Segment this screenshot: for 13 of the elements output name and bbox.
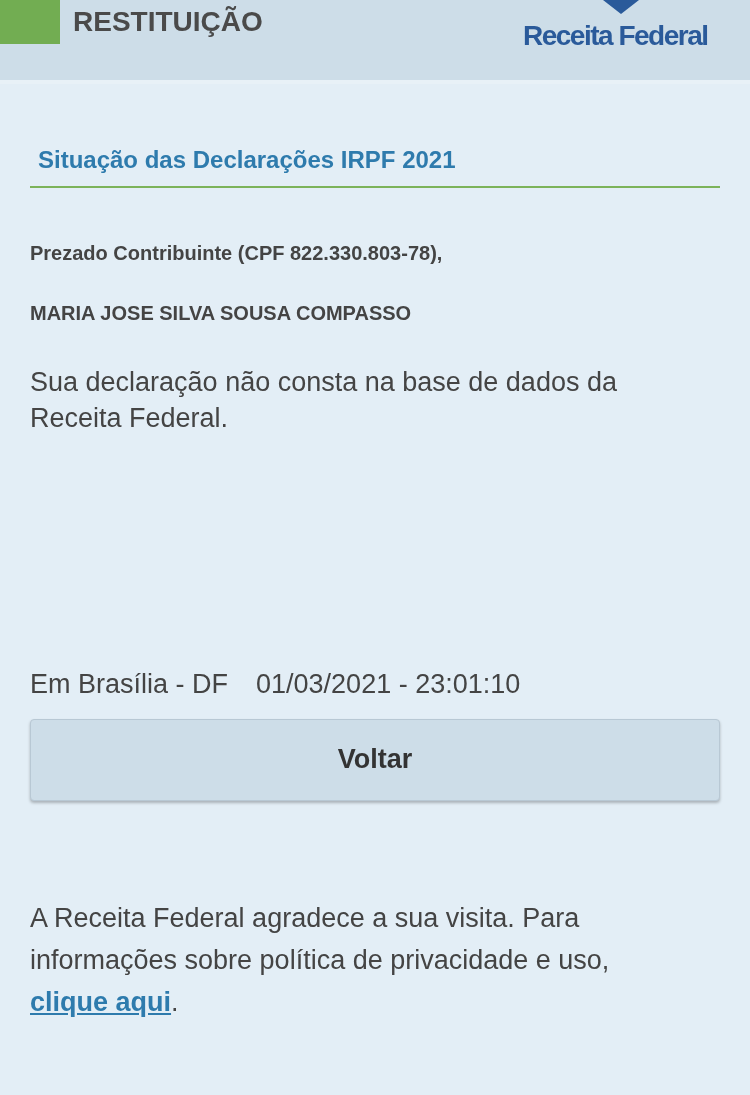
privacy-link[interactable]: clique aqui (30, 986, 172, 1017)
footer-text: A Receita Federal agradece a sua visita. Para informações sobre política de privacidade e uso, clique aqui. (30, 901, 611, 1019)
taxpayer-name: MARIA JOSE SILVA SOUSA COMPASSO (30, 301, 413, 326)
place-text: Em Brasília - DF (30, 668, 229, 701)
message-text: Sua declaração não consta na base de dados da Receita Federal. (30, 366, 618, 435)
logo-text: Receita Federal (523, 22, 708, 50)
greeting-text: Prezado Contribuinte (CPF 822.330.803-78), (30, 241, 444, 266)
section-title: Situação das Declarações IRPF 2021 (30, 142, 720, 188)
back-button[interactable]: Voltar (30, 718, 720, 801)
diamond-icon (603, 0, 639, 14)
timestamp-text: 01/03/2021 - 23:01:10 (256, 668, 521, 701)
header-accent-block (0, 0, 60, 44)
header-title: RESTITUIÇÃO (73, 8, 263, 36)
